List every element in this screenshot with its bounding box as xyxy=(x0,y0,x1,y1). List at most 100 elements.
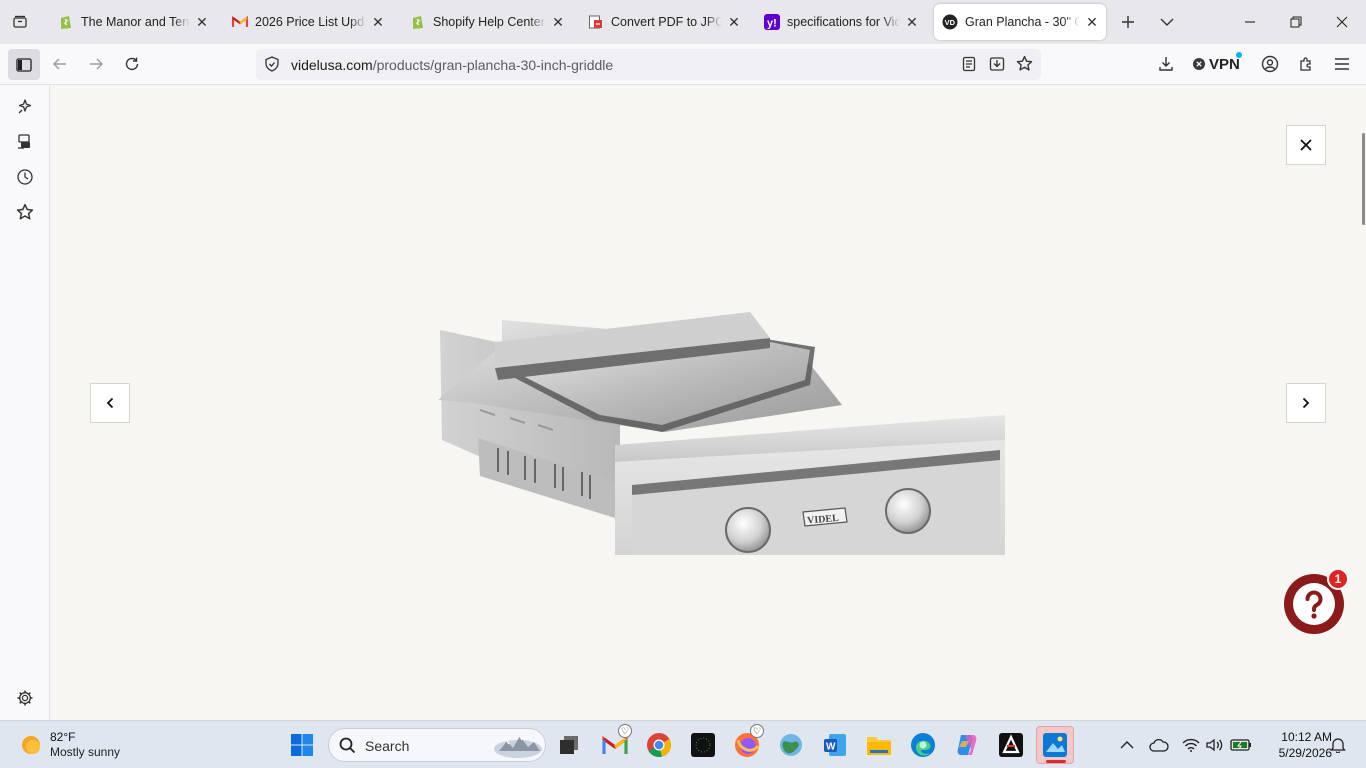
photos-app-icon[interactable] xyxy=(1036,726,1074,764)
chevron-right-icon xyxy=(1302,397,1310,409)
sidebar-settings-icon[interactable] xyxy=(12,685,38,711)
reload-icon[interactable] xyxy=(118,50,146,78)
videl-icon: VD xyxy=(942,14,958,30)
close-tab-icon[interactable]: ✕ xyxy=(550,14,566,30)
gmail-app-icon[interactable]: ♡ xyxy=(600,724,632,760)
restore-icon[interactable] xyxy=(1282,8,1310,36)
question-mark-icon xyxy=(1293,583,1335,625)
tab-title: Shopify Help Center | S xyxy=(433,15,546,29)
tab-gran-plancha[interactable]: VD Gran Plancha - 30" Grid ✕ xyxy=(934,4,1106,40)
tab-specifications[interactable]: y! specifications for Videl ✕ xyxy=(756,4,926,40)
tab-title: Convert PDF to JPG... I xyxy=(611,15,722,29)
firefox-icon[interactable]: ♡ xyxy=(732,724,764,760)
bookmarks-icon[interactable] xyxy=(12,199,38,225)
close-lightbox-button[interactable] xyxy=(1286,125,1326,165)
shopify-icon xyxy=(58,14,74,30)
history-icon[interactable] xyxy=(12,164,38,190)
active-app-indicator xyxy=(1046,760,1066,763)
tab-title: specifications for Videl xyxy=(787,15,900,29)
vpn-dot xyxy=(1236,52,1242,58)
file-explorer-icon[interactable] xyxy=(864,730,894,760)
tab-title: Gran Plancha - 30" Grid xyxy=(965,15,1080,29)
sun-icon xyxy=(22,736,40,754)
heart-badge-icon: ♡ xyxy=(750,724,764,738)
start-button[interactable] xyxy=(287,730,317,760)
tab-manor-terrace[interactable]: The Manor and Terrace ✕ xyxy=(50,4,216,40)
previous-image-button[interactable] xyxy=(90,383,130,423)
weather-description: Mostly sunny xyxy=(50,745,121,759)
show-hidden-icons-icon[interactable] xyxy=(1112,730,1142,760)
taskbar-search[interactable]: Search xyxy=(328,728,546,762)
clock[interactable]: 10:12 AM 5/29/2026 xyxy=(1262,729,1332,761)
onedrive-icon[interactable] xyxy=(1144,730,1174,760)
close-tab-icon[interactable]: ✕ xyxy=(904,14,920,30)
url-domain: videlusa.com xyxy=(291,57,373,73)
site-security-icon[interactable] xyxy=(264,56,280,77)
extensions-icon[interactable] xyxy=(1292,50,1320,78)
downloads-icon[interactable] xyxy=(1152,50,1180,78)
close-tab-icon[interactable]: ✕ xyxy=(726,14,742,30)
windows-logo-icon xyxy=(291,734,313,756)
back-icon[interactable] xyxy=(46,50,74,78)
vpn-button[interactable]: VPN xyxy=(1192,52,1242,74)
close-tab-icon[interactable]: ✕ xyxy=(1084,14,1100,30)
pdf-convert-icon xyxy=(588,14,604,30)
clock-time: 10:12 AM xyxy=(1281,730,1332,744)
clock-date: 5/29/2026 xyxy=(1278,746,1332,760)
maps-app-icon[interactable] xyxy=(776,730,806,760)
word-icon[interactable]: W xyxy=(820,730,850,760)
url-text[interactable]: videlusa.com/products/gran-plancha-30-in… xyxy=(291,57,613,73)
terminal-app-icon[interactable] xyxy=(688,730,718,760)
svg-text:VD: VD xyxy=(945,18,956,27)
svg-text:W: W xyxy=(826,742,836,753)
weather-temp: 82°F xyxy=(50,730,76,744)
tab-title: 2026 Price List Update xyxy=(255,15,366,29)
vpn-off-icon xyxy=(1193,58,1205,70)
url-path: /products/gran-plancha-30-inch-griddle xyxy=(372,57,614,73)
synced-tabs-icon[interactable] xyxy=(12,129,38,155)
sidebar-toggle-icon[interactable] xyxy=(8,49,40,80)
close-tab-icon[interactable]: ✕ xyxy=(194,14,210,30)
chevron-left-icon xyxy=(106,397,114,409)
bookmark-star-icon[interactable] xyxy=(1016,55,1033,77)
browser-sidebar xyxy=(0,85,50,720)
weather-widget[interactable]: 82°F Mostly sunny xyxy=(18,729,120,761)
copilot-icon[interactable] xyxy=(952,730,982,760)
tab-convert-pdf[interactable]: Convert PDF to JPG... I ✕ xyxy=(580,4,748,40)
notifications-icon[interactable] xyxy=(1328,730,1348,760)
tab-title: The Manor and Terrace xyxy=(81,15,190,29)
search-highlight-icon xyxy=(494,735,542,758)
close-icon xyxy=(1300,139,1312,151)
next-image-button[interactable] xyxy=(1286,383,1326,423)
gmail-icon xyxy=(232,14,248,30)
ai-chatbot-icon[interactable] xyxy=(12,94,38,120)
tab-strip: The Manor and Terrace ✕ 2026 Price List … xyxy=(0,0,1366,44)
tab-shopify-help[interactable]: Shopify Help Center | S ✕ xyxy=(402,4,572,40)
chrome-icon[interactable] xyxy=(644,730,674,760)
navigation-toolbar: videlusa.com/products/gran-plancha-30-in… xyxy=(0,44,1366,85)
tab-manager-icon[interactable] xyxy=(6,8,34,36)
address-bar[interactable]: videlusa.com/products/gran-plancha-30-in… xyxy=(256,49,1041,80)
heart-badge-icon: ♡ xyxy=(618,724,632,738)
yahoo-icon: y! xyxy=(764,14,780,30)
close-tab-icon[interactable]: ✕ xyxy=(370,14,386,30)
search-label: Search xyxy=(365,738,410,754)
reader-view-icon[interactable] xyxy=(961,56,977,77)
account-icon[interactable] xyxy=(1256,50,1284,78)
task-view-icon[interactable] xyxy=(554,730,584,760)
windows-taskbar: 82°F Mostly sunny Search ♡ ♡ W 10:12 AM … xyxy=(0,720,1366,768)
griddle-product-image[interactable]: VIDEL xyxy=(410,250,1010,555)
close-window-icon[interactable] xyxy=(1328,8,1356,36)
tab-price-list[interactable]: 2026 Price List Update ✕ xyxy=(224,4,392,40)
menu-icon[interactable] xyxy=(1328,50,1356,78)
save-to-pocket-icon[interactable] xyxy=(989,56,1005,77)
gpu-app-icon[interactable] xyxy=(996,730,1026,760)
forward-icon[interactable] xyxy=(82,50,110,78)
minimize-icon[interactable] xyxy=(1236,8,1264,36)
list-all-tabs-icon[interactable] xyxy=(1153,8,1181,36)
search-icon xyxy=(339,737,356,754)
new-tab-icon[interactable] xyxy=(1114,8,1142,36)
edge-icon[interactable] xyxy=(908,730,938,760)
scrollbar-thumb[interactable] xyxy=(1362,133,1365,225)
battery-icon[interactable] xyxy=(1226,730,1256,760)
